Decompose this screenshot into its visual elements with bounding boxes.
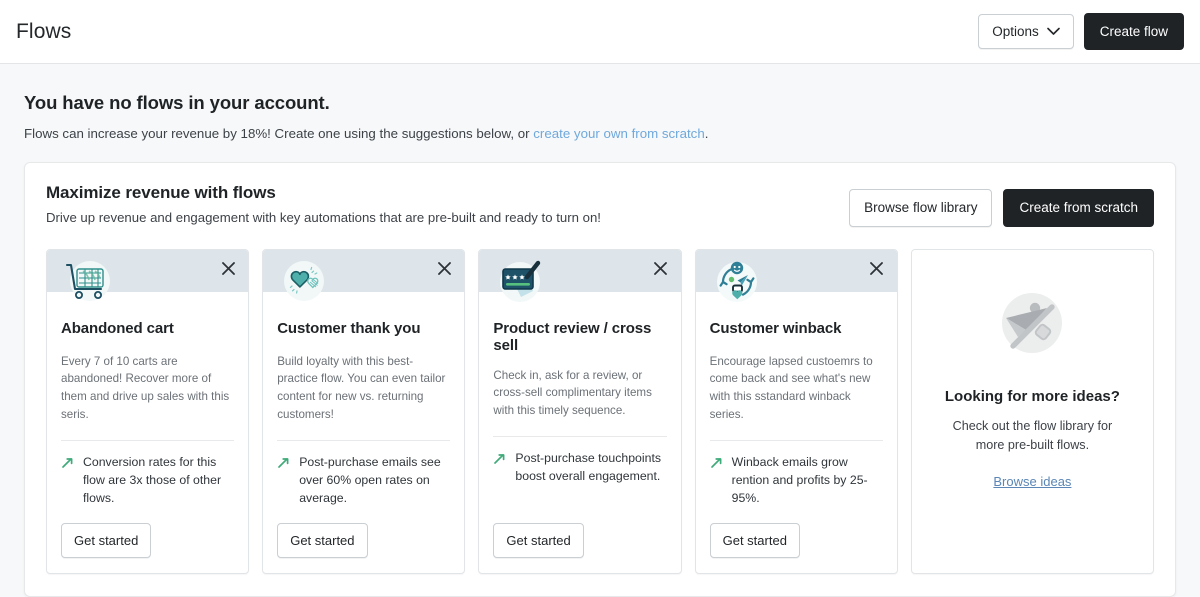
- close-icon[interactable]: [433, 258, 455, 280]
- card-stat: Post-purchase touchpoints boost overall …: [493, 450, 666, 486]
- flow-card[interactable]: Customer thank you Build loyalty with th…: [262, 248, 466, 575]
- panel-title: Maximize revenue with flows: [46, 183, 276, 202]
- winback-cycle-icon: [710, 255, 764, 309]
- more-ideas-description: Check out the flow library for more pre-…: [952, 418, 1113, 452]
- browse-flow-library-button[interactable]: Browse flow library: [849, 189, 993, 227]
- close-icon[interactable]: [866, 258, 888, 280]
- card-body: Abandoned cart Every 7 of 10 carts are a…: [47, 292, 248, 574]
- card-title: Customer thank you: [277, 319, 421, 337]
- card-stat: Post-purchase emails see over 60% open r…: [277, 454, 450, 507]
- card-description: Check in, ask for a review, or cross-sel…: [493, 368, 652, 418]
- close-icon[interactable]: [217, 258, 239, 280]
- trend-up-arrow-icon: [710, 454, 723, 469]
- shopping-cart-icon: [61, 255, 115, 309]
- options-button[interactable]: Options: [978, 13, 1074, 50]
- panel-subtitle: Drive up revenue and engagement with key…: [46, 210, 601, 225]
- card-stat-text: Post-purchase emails see over 60% open r…: [299, 454, 441, 505]
- create-from-scratch-button[interactable]: Create from scratch: [1003, 189, 1154, 227]
- card-stat: Conversion rates for this flow are 3x th…: [61, 454, 234, 507]
- more-ideas-title: Looking for more ideas?: [944, 387, 1120, 405]
- card-divider: [493, 436, 667, 438]
- card-description: Every 7 of 10 carts are abandoned! Recov…: [61, 354, 230, 422]
- card-divider: [61, 439, 235, 441]
- card-title: Abandoned cart: [61, 319, 174, 337]
- trend-up-arrow-icon: [277, 454, 290, 469]
- chevron-down-icon: [1046, 27, 1060, 36]
- empty-state-subtitle: Flows can increase your revenue by 18%! …: [24, 126, 1176, 141]
- panel-header: Maximize revenue with flows Drive up rev…: [46, 183, 1154, 227]
- top-bar: Flows Options Create flow: [0, 0, 1200, 64]
- card-header-band: [479, 249, 681, 302]
- more-ideas-card[interactable]: Looking for more ideas? Check out the fl…: [910, 248, 1155, 575]
- get-started-button[interactable]: Get started: [277, 523, 368, 559]
- card-stat: Winback emails grow rention and profits …: [710, 454, 883, 507]
- panel-heading-group: Maximize revenue with flows Drive up rev…: [46, 183, 601, 225]
- panel-actions: Browse flow library Create from scratch: [849, 183, 1154, 227]
- card-title: Product review / cross sell: [493, 319, 652, 354]
- card-stat-text: Post-purchase touchpoints boost overall …: [515, 451, 662, 483]
- card-header-band: [47, 249, 249, 301]
- get-started-button[interactable]: Get started: [61, 523, 152, 559]
- flows-suggestions-panel: Maximize revenue with flows Drive up rev…: [24, 162, 1176, 597]
- flow-suggestion-cards: Abandoned cart Every 7 of 10 carts are a…: [46, 248, 1155, 575]
- get-started-button[interactable]: Get started: [709, 523, 800, 559]
- card-header-band: [263, 249, 465, 301]
- page-title: Flows: [16, 19, 72, 43]
- card-description: Build loyalty with this best-practice fl…: [277, 354, 446, 422]
- card-title: Customer winback: [709, 319, 842, 337]
- card-divider: [709, 439, 883, 441]
- card-footer: Get started: [277, 507, 450, 573]
- flow-card[interactable]: Product review / cross sell Check in, as…: [478, 248, 682, 575]
- empty-state-text-before: Flows can increase your revenue by 18%! …: [24, 126, 534, 141]
- card-divider: [277, 439, 451, 441]
- card-stat-text: Winback emails grow rention and profits …: [731, 454, 868, 505]
- card-footer: Get started: [493, 507, 666, 573]
- flow-card[interactable]: Abandoned cart Every 7 of 10 carts are a…: [46, 248, 250, 575]
- empty-state-section: You have no flows in your account. Flows…: [0, 64, 1200, 141]
- flow-card[interactable]: Customer winback Encourage lapsed custoe…: [694, 248, 898, 575]
- trend-up-arrow-icon: [493, 450, 506, 465]
- card-body: Product review / cross sell Check in, as…: [479, 292, 680, 574]
- browse-ideas-link[interactable]: Browse ideas: [993, 474, 1071, 489]
- card-header-band: [695, 249, 897, 302]
- card-footer: Get started: [709, 507, 883, 573]
- card-body: Customer winback Encourage lapsed custoe…: [696, 292, 897, 574]
- empty-state-text-after: .: [704, 126, 709, 141]
- empty-state-title: You have no flows in your account.: [24, 92, 330, 113]
- card-footer: Get started: [61, 507, 234, 573]
- top-bar-actions: Options Create flow: [978, 12, 1184, 51]
- card-stat-text: Conversion rates for this flow are 3x th…: [83, 454, 222, 505]
- options-button-label: Options: [992, 23, 1039, 39]
- paper-plane-illustration-icon: [995, 288, 1069, 362]
- hearts-icon: [277, 255, 331, 309]
- close-icon[interactable]: [650, 258, 672, 280]
- card-description: Encourage lapsed custoemrs to come back …: [709, 354, 873, 422]
- review-stars-icon: [493, 255, 547, 309]
- create-from-scratch-link[interactable]: create your own from scratch: [533, 126, 704, 141]
- get-started-button[interactable]: Get started: [493, 523, 584, 559]
- trend-up-arrow-icon: [61, 454, 74, 469]
- create-flow-button[interactable]: Create flow: [1083, 12, 1184, 51]
- card-body: Customer thank you Build loyalty with th…: [263, 292, 464, 574]
